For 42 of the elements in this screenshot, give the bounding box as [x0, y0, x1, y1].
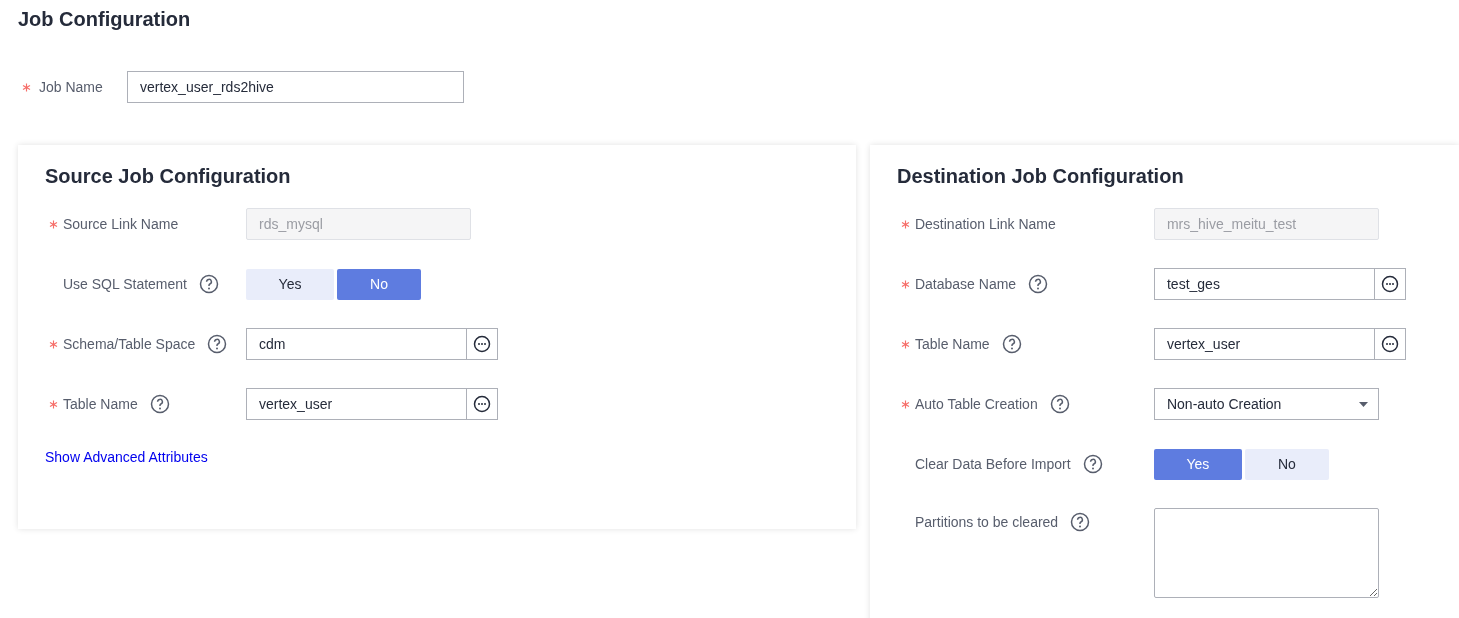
more-button[interactable]: [1374, 268, 1406, 300]
field-label: Destination Link Name: [914, 216, 1056, 232]
field-label: Use SQL Statement: [63, 276, 187, 292]
field-label: Table Name: [63, 396, 138, 412]
caret-icon: [1358, 401, 1368, 407]
card-title: Source Job Configuration: [45, 165, 291, 188]
help-icon[interactable]: [207, 334, 228, 354]
help-icon[interactable]: [1082, 454, 1103, 474]
text-field[interactable]: vertex_user: [246, 388, 467, 420]
field-label: Database Name: [914, 276, 1017, 292]
card-title: Destination Job Configuration: [896, 165, 1184, 188]
more-button[interactable]: [467, 388, 498, 420]
field-label: Schema/Table Space: [63, 336, 196, 352]
help-icon[interactable]: [1049, 394, 1070, 414]
dropdown[interactable]: Non-auto Creation: [1153, 388, 1379, 420]
field-label: Auto Table Creation: [914, 396, 1038, 412]
field-label: Source Link Name: [63, 216, 179, 232]
field-label: Clear Data Before Import: [914, 456, 1071, 472]
more-button[interactable]: [1374, 328, 1406, 360]
more-button[interactable]: [467, 328, 498, 360]
text-field[interactable]: cdm: [246, 328, 467, 360]
toggle-option[interactable]: Yes: [1153, 448, 1242, 480]
help-icon[interactable]: [149, 394, 170, 414]
toggle-option[interactable]: No: [1244, 448, 1329, 480]
field-label: Table Name: [914, 336, 990, 352]
help-icon[interactable]: [199, 274, 219, 294]
page-title: Job Configuration: [17, 7, 192, 32]
text-field[interactable]: test_ges: [1153, 268, 1375, 300]
text-field[interactable]: vertex_user: [1153, 328, 1375, 360]
ellipsis-icon: [1380, 335, 1399, 353]
advanced-link[interactable]: Show Advanced Attributes: [45, 449, 208, 465]
toggle-option[interactable]: Yes: [246, 268, 334, 300]
ellipsis-icon: [473, 395, 491, 413]
help-icon[interactable]: [1001, 334, 1022, 354]
help-icon[interactable]: [1028, 274, 1049, 294]
help-icon[interactable]: [1070, 512, 1091, 532]
field-label: Partitions to be cleared: [914, 514, 1059, 530]
job-name-field[interactable]: vertex_user_rds2hive: [127, 71, 464, 103]
field-label: Job Name: [38, 79, 104, 95]
ellipsis-icon: [1380, 275, 1399, 293]
ellipsis-icon: [473, 335, 491, 353]
toggle-option[interactable]: No: [337, 268, 421, 300]
